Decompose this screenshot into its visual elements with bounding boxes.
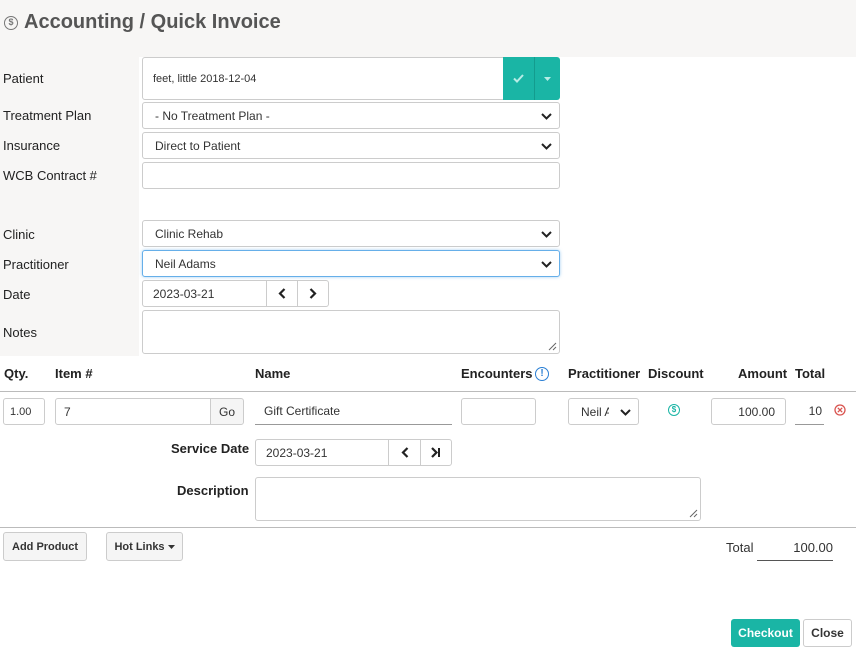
patient-confirm-button[interactable] xyxy=(503,57,534,100)
add-product-button[interactable]: Add Product xyxy=(3,532,87,561)
close-button[interactable]: Close xyxy=(803,619,852,647)
hot-links-label: Hot Links xyxy=(114,540,165,553)
col-encounters-header: Encounters xyxy=(461,366,533,381)
col-name-header: Name xyxy=(255,366,291,381)
grand-total-label: Total xyxy=(726,540,754,555)
col-item-header: Item # xyxy=(55,366,93,381)
check-icon xyxy=(513,74,524,83)
qty-input[interactable]: 1.00 xyxy=(3,398,45,425)
caret-down-icon xyxy=(167,544,175,549)
chevron-right-icon xyxy=(309,288,317,299)
notes-label: Notes xyxy=(3,325,37,340)
grand-total-value: 100.00 xyxy=(757,534,833,561)
page-title-text: Accounting / Quick Invoice xyxy=(24,11,281,33)
date-input[interactable]: 2023-03-21 xyxy=(142,280,267,307)
row-practitioner-value: Neil A xyxy=(581,404,609,419)
service-date-prev-button[interactable] xyxy=(388,439,421,466)
date-prev-button[interactable] xyxy=(266,280,298,307)
clinic-select[interactable]: Clinic Rehab xyxy=(142,220,560,247)
row-total-input[interactable]: 10 xyxy=(795,398,824,425)
col-qty-header: Qty. xyxy=(4,366,29,381)
wcb-contract-label: WCB Contract # xyxy=(3,168,97,183)
wcb-contract-input[interactable] xyxy=(142,162,560,189)
dollar-icon: $ xyxy=(4,15,18,30)
notes-textarea[interactable] xyxy=(142,310,560,354)
item-name-input[interactable]: Gift Certificate xyxy=(255,398,452,425)
chevron-down-icon xyxy=(541,112,552,120)
clinic-value: Clinic Rehab xyxy=(155,226,224,241)
table-header-divider xyxy=(0,391,856,392)
discount-dollar-icon[interactable]: $ xyxy=(668,404,680,416)
form-label-column xyxy=(0,57,139,356)
practitioner-label: Practitioner xyxy=(3,257,69,272)
caret-down-icon xyxy=(544,76,551,81)
chevron-down-icon xyxy=(541,260,552,268)
resize-grip-icon[interactable] xyxy=(689,509,698,518)
hot-links-button[interactable]: Hot Links xyxy=(106,532,183,561)
description-label: Description xyxy=(177,483,249,498)
service-date-last-button[interactable] xyxy=(420,439,452,466)
treatment-plan-label: Treatment Plan xyxy=(3,108,92,123)
amount-input[interactable]: 100.00 xyxy=(711,398,786,425)
patient-input[interactable]: feet, little 2018-12-04 xyxy=(142,57,504,100)
col-amount-header: Amount xyxy=(738,366,788,381)
chevron-down-icon xyxy=(620,408,631,416)
col-practitioner-header: Practitioner xyxy=(568,366,641,381)
col-discount-header: Discount xyxy=(648,366,704,381)
service-date-label: Service Date xyxy=(171,441,250,456)
description-textarea[interactable] xyxy=(255,477,701,521)
treatment-plan-value: - No Treatment Plan - xyxy=(155,108,270,123)
table-footer-divider xyxy=(0,527,856,528)
resize-grip-icon[interactable] xyxy=(548,342,557,351)
date-label: Date xyxy=(3,287,31,302)
row-practitioner-select[interactable]: Neil A xyxy=(568,398,639,425)
chevron-down-icon xyxy=(541,230,552,238)
step-forward-icon xyxy=(431,447,440,458)
chevron-left-icon xyxy=(400,447,408,458)
chevron-left-icon xyxy=(278,288,286,299)
service-date-input[interactable]: 2023-03-21 xyxy=(255,439,389,466)
insurance-value: Direct to Patient xyxy=(155,138,241,153)
info-icon[interactable]: ! xyxy=(535,367,549,381)
go-button[interactable]: Go xyxy=(210,398,244,425)
item-number-input[interactable]: 7 xyxy=(55,398,211,425)
clinic-label: Clinic xyxy=(3,227,35,242)
chevron-down-icon xyxy=(541,142,552,150)
insurance-select[interactable]: Direct to Patient xyxy=(142,132,560,159)
practitioner-value: Neil Adams xyxy=(155,256,216,271)
remove-row-icon[interactable] xyxy=(834,404,846,416)
practitioner-select[interactable]: Neil Adams xyxy=(142,250,560,277)
patient-dropdown-button[interactable] xyxy=(534,57,560,100)
treatment-plan-select[interactable]: - No Treatment Plan - xyxy=(142,102,560,129)
page-title: $ Accounting / Quick Invoice xyxy=(4,11,281,34)
insurance-label: Insurance xyxy=(3,138,61,153)
encounters-input[interactable] xyxy=(461,398,536,425)
date-next-button[interactable] xyxy=(297,280,329,307)
col-total-header: Total xyxy=(795,366,826,381)
patient-label: Patient xyxy=(3,71,44,86)
checkout-button[interactable]: Checkout xyxy=(731,619,800,647)
